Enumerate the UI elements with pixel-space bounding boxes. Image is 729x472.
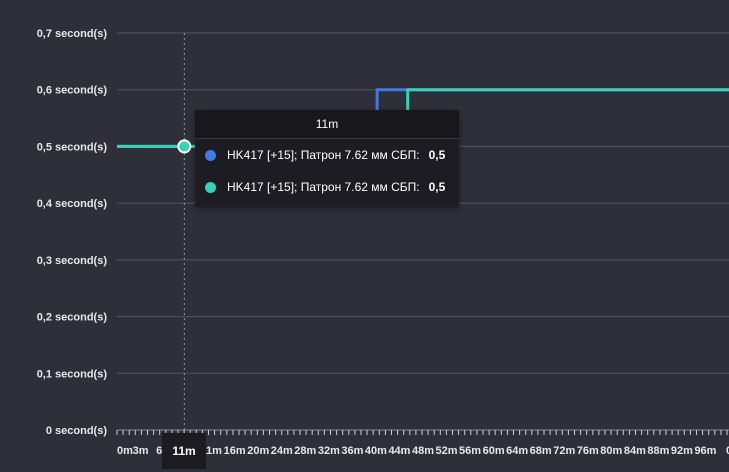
x-tick-label: 56m	[459, 445, 481, 457]
x-tick-label: 44m	[388, 445, 410, 457]
y-tick-label: 0,4 second(s)	[37, 198, 108, 210]
x-tick-label: 3m	[133, 445, 149, 457]
y-axis: 0 second(s) 0,1 second(s) 0,2 second(s) 0,3…	[37, 28, 108, 437]
x-tick-label: 76m	[577, 445, 599, 457]
x-tick-label: 96m	[694, 445, 716, 457]
x-tick-label: 60m	[483, 445, 505, 457]
x-tick-label: 20m	[247, 445, 269, 457]
series-dot-blue	[205, 149, 216, 161]
y-tick-label: 0,5 second(s)	[37, 141, 108, 153]
x-tick-label: 0m	[117, 445, 133, 457]
y-tick-label: 0,3 second(s)	[37, 255, 108, 267]
tooltip-row-value: 0,5	[428, 180, 446, 194]
y-tick-label: 0,7 second(s)	[37, 28, 108, 40]
tooltip-row-label: HK417 [+15]; Патрон 7.62 мм СБП:	[227, 148, 420, 162]
tooltip-row: HK417 [+15]; Патрон 7.62 мм СБП: 0,5	[195, 139, 459, 171]
x-axis: 0m3m6m9m11m16m20m24m28m32m36m40m44m48m52…	[116, 430, 729, 457]
x-tick-label: 92m	[671, 445, 693, 457]
series-dot-teal	[205, 181, 216, 193]
grid	[117, 32, 729, 431]
x-tick-label: 80m	[600, 445, 622, 457]
x-tick-label: 16m	[224, 445, 246, 457]
tooltip-title: 11m	[195, 110, 459, 139]
tooltip-row-label: HK417 [+15]; Патрон 7.62 мм СБП:	[227, 180, 420, 194]
x-tick-label: 68m	[530, 445, 552, 457]
x-tick-label: 52m	[436, 445, 458, 457]
y-tick-label: 0,2 second(s)	[37, 312, 108, 324]
x-tick-label: 72m	[553, 445, 575, 457]
chart: 0 second(s) 0,1 second(s) 0,2 second(s) 0,3…	[37, 28, 729, 457]
tooltip-row-value: 0,5	[428, 148, 446, 162]
tooltip-row: HK417 [+15]; Патрон 7.62 мм СБП: 0,5	[195, 171, 459, 203]
x-tick-label: 28m	[294, 445, 316, 457]
x-tick-label: 64m	[506, 445, 528, 457]
x-tick-label: 88m	[647, 445, 669, 457]
x-tick-label: 36m	[341, 445, 363, 457]
x-tick-label: 24m	[271, 445, 293, 457]
y-tick-label: 0,6 second(s)	[37, 85, 108, 97]
crosshair-x-badge: 11m	[162, 433, 206, 469]
x-tick-label: 32m	[318, 445, 340, 457]
x-tick-label: 40m	[365, 445, 387, 457]
hover-point	[177, 139, 192, 154]
x-tick-label: 84m	[624, 445, 646, 457]
x-tick-label: 48m	[412, 445, 434, 457]
y-tick-label: 0,1 second(s)	[37, 368, 108, 380]
y-tick-label: 0 second(s)	[46, 425, 107, 437]
tooltip: 11m HK417 [+15]; Патрон 7.62 мм СБП: 0,5…	[195, 110, 459, 207]
